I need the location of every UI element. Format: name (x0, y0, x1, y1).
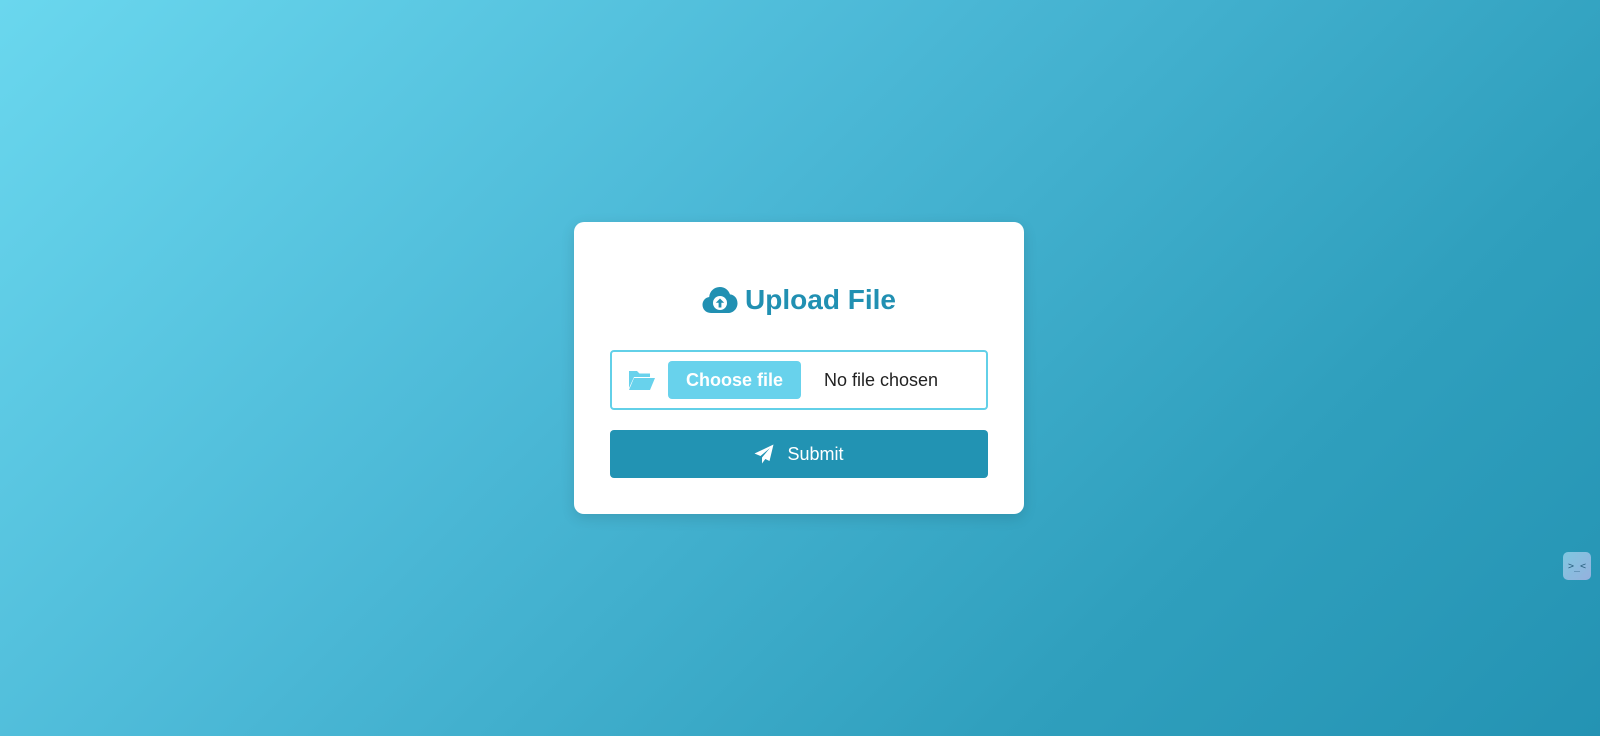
paper-plane-icon (754, 444, 774, 464)
file-status-text: No file chosen (824, 369, 939, 390)
upload-title-text: Upload File (745, 284, 896, 315)
cloud-upload-icon (702, 286, 738, 314)
upload-card: Upload File Choose file No file chosen S… (574, 222, 1024, 514)
folder-open-icon (628, 368, 656, 392)
assistant-face-icon[interactable]: >_< (1563, 552, 1591, 580)
submit-button[interactable]: Submit (610, 430, 988, 478)
upload-title: Upload File (574, 284, 1024, 316)
submit-label: Submit (787, 443, 844, 464)
file-input[interactable]: Choose file No file chosen (610, 350, 988, 410)
widget-glyph: >_< (1567, 560, 1587, 572)
choose-file-button[interactable]: Choose file (668, 361, 801, 399)
